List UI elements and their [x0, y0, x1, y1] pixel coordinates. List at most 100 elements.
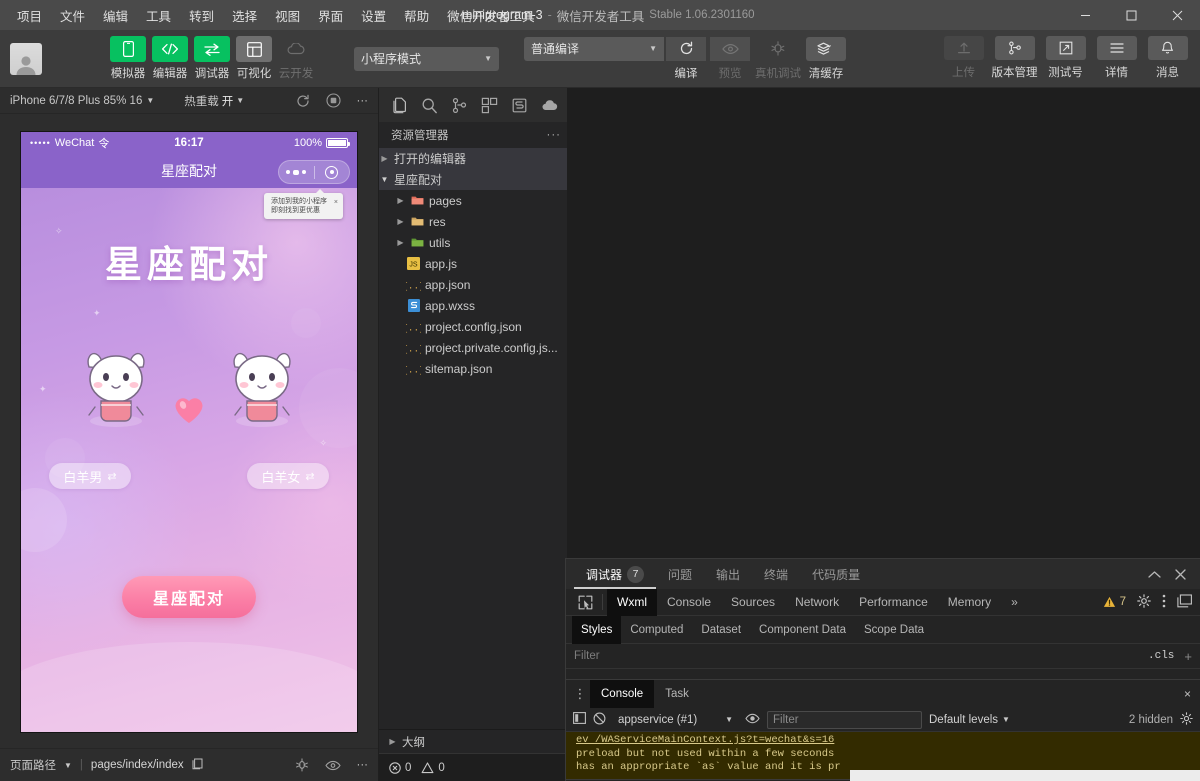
upload-button[interactable]: 上传	[941, 36, 986, 80]
tree-item-project-private-config[interactable]: {..} project.private.config.js...	[379, 337, 567, 358]
dock-icon[interactable]	[1177, 594, 1192, 611]
more-icon[interactable]: ···	[357, 759, 369, 771]
error-count[interactable]: 0	[389, 762, 411, 774]
more-icon[interactable]: ···	[357, 95, 369, 107]
version-management-button[interactable]: 版本管理	[992, 36, 1037, 80]
console-settings-gear-icon[interactable]	[1180, 712, 1193, 728]
console-levels-select[interactable]: Default levels ▼	[929, 714, 1010, 726]
more-icon[interactable]: ···	[547, 129, 562, 141]
devtools-tab-memory[interactable]: Memory	[938, 589, 1001, 616]
eye-icon[interactable]	[325, 760, 341, 771]
drawer-tab-console[interactable]: Console	[590, 680, 654, 708]
clear-cache-button[interactable]: 清缓存	[804, 37, 848, 81]
console-filter-input[interactable]: Filter	[767, 711, 922, 729]
devtools-tab-performance[interactable]: Performance	[849, 589, 938, 616]
device-select[interactable]: iPhone 6/7/8 Plus 85% 16 ▼	[10, 95, 154, 107]
menu-item-interface[interactable]: 界面	[309, 2, 352, 29]
warning-count[interactable]: 0	[421, 762, 444, 774]
test-account-button[interactable]: 测试号	[1043, 36, 1088, 80]
close-button[interactable]	[1154, 0, 1200, 30]
tree-item-app-wxss[interactable]: app.wxss	[379, 295, 567, 316]
kebab-menu-icon[interactable]: ⋮	[570, 689, 590, 699]
record-icon[interactable]	[326, 93, 341, 108]
wechat-capsule-button[interactable]	[278, 160, 350, 184]
panel-tab-output[interactable]: 输出	[704, 559, 752, 589]
menu-item-select[interactable]: 选择	[223, 2, 266, 29]
close-icon[interactable]	[1175, 569, 1186, 580]
menu-item-project[interactable]: 项目	[8, 2, 51, 29]
devtools-tab-overflow[interactable]: »	[1001, 589, 1028, 616]
inspect-element-icon[interactable]	[572, 595, 598, 610]
panel-tab-debugger[interactable]: 调试器 7	[574, 559, 656, 589]
tooltip-close-icon[interactable]: ×	[334, 198, 338, 207]
devtools-tab-network[interactable]: Network	[785, 589, 849, 616]
tree-item-app-json[interactable]: {..} app.json	[379, 274, 567, 295]
menu-item-file[interactable]: 文件	[51, 2, 94, 29]
tree-item-pages[interactable]: ▶ pages	[379, 190, 567, 211]
snippets-icon[interactable]	[511, 97, 528, 114]
files-icon[interactable]	[391, 97, 408, 114]
menu-item-help[interactable]: 帮助	[395, 2, 438, 29]
panel-tab-code-quality[interactable]: 代码质量	[800, 559, 872, 589]
devtools-tab-wxml[interactable]: Wxml	[607, 589, 657, 616]
capsule-close-icon[interactable]	[315, 166, 350, 179]
visualization-toggle-button[interactable]: 可视化	[236, 36, 272, 81]
devtools-warning-chip[interactable]: 7	[1103, 596, 1126, 608]
collapse-icon[interactable]	[1148, 570, 1161, 579]
styles-tab-dataset[interactable]: Dataset	[692, 616, 750, 644]
cloud-toggle-button[interactable]: 云开发	[278, 36, 314, 81]
extensions-icon[interactable]	[481, 97, 498, 114]
rotate-icon[interactable]	[296, 94, 310, 108]
minimize-button[interactable]	[1062, 0, 1108, 30]
match-button[interactable]: 星座配对	[122, 576, 256, 618]
tree-item-sitemap-json[interactable]: {..} sitemap.json	[379, 358, 567, 379]
page-path-label[interactable]: 页面路径	[10, 757, 56, 773]
zodiac-select-female[interactable]: 白羊女 ⇄	[247, 463, 329, 489]
tree-item-app-js[interactable]: JS app.js	[379, 253, 567, 274]
tree-section-project[interactable]: ▼ 星座配对	[379, 169, 567, 190]
mode-select[interactable]: 小程序模式 ▼	[354, 47, 499, 71]
console-context-select[interactable]: appservice (#1) ▼	[613, 711, 738, 729]
bug-icon[interactable]	[295, 758, 309, 772]
kebab-menu-icon[interactable]	[1162, 594, 1166, 611]
add-rule-button[interactable]: +	[1184, 649, 1192, 664]
hot-reload-toggle[interactable]: 热重载 开 ▼	[184, 93, 244, 109]
copy-icon[interactable]	[192, 758, 203, 773]
capsule-more-icon[interactable]	[279, 170, 314, 175]
editor-toggle-button[interactable]: 编辑器	[152, 36, 188, 81]
details-button[interactable]: 详情	[1094, 36, 1139, 80]
drawer-close-icon[interactable]: ×	[1184, 687, 1200, 701]
menu-item-edit[interactable]: 编辑	[94, 2, 137, 29]
panel-tab-problems[interactable]: 问题	[656, 559, 704, 589]
styles-filter-input[interactable]: Filter	[574, 650, 600, 662]
devtools-tab-console[interactable]: Console	[657, 589, 721, 616]
compile-select[interactable]: 普通编译 ▼	[524, 37, 664, 61]
console-sidebar-toggle-icon[interactable]	[573, 712, 586, 727]
real-device-debug-button[interactable]: 真机调试	[752, 37, 804, 81]
drawer-tab-task[interactable]: Task	[654, 680, 700, 708]
menu-item-tools[interactable]: 工具	[137, 2, 180, 29]
styles-tab-styles[interactable]: Styles	[572, 616, 621, 644]
tree-section-open-editors[interactable]: ▶ 打开的编辑器	[379, 148, 567, 169]
zodiac-select-male[interactable]: 白羊男 ⇄	[49, 463, 131, 489]
panel-tab-terminal[interactable]: 终端	[752, 559, 800, 589]
cloud-icon[interactable]	[541, 99, 559, 112]
clear-console-icon[interactable]	[593, 712, 606, 728]
menu-item-settings[interactable]: 设置	[352, 2, 395, 29]
compile-button[interactable]: 编译	[664, 37, 708, 81]
live-expression-icon[interactable]	[745, 713, 760, 727]
cls-button[interactable]: .cls	[1148, 650, 1174, 662]
debugger-toggle-button[interactable]: 调试器	[194, 36, 230, 81]
menu-item-view[interactable]: 视图	[266, 2, 309, 29]
search-icon[interactable]	[421, 97, 438, 114]
messages-button[interactable]: 消息	[1145, 36, 1190, 80]
styles-tab-component-data[interactable]: Component Data	[750, 616, 855, 644]
simulator-toggle-button[interactable]: 模拟器	[110, 36, 146, 81]
styles-tab-scope-data[interactable]: Scope Data	[855, 616, 933, 644]
tree-item-res[interactable]: ▶ res	[379, 211, 567, 232]
tree-item-project-config[interactable]: {..} project.config.json	[379, 316, 567, 337]
styles-tab-computed[interactable]: Computed	[621, 616, 692, 644]
devtools-tab-sources[interactable]: Sources	[721, 589, 785, 616]
tree-item-utils[interactable]: ▶ utils	[379, 232, 567, 253]
outline-section[interactable]: ▶ 大纲	[379, 729, 567, 753]
